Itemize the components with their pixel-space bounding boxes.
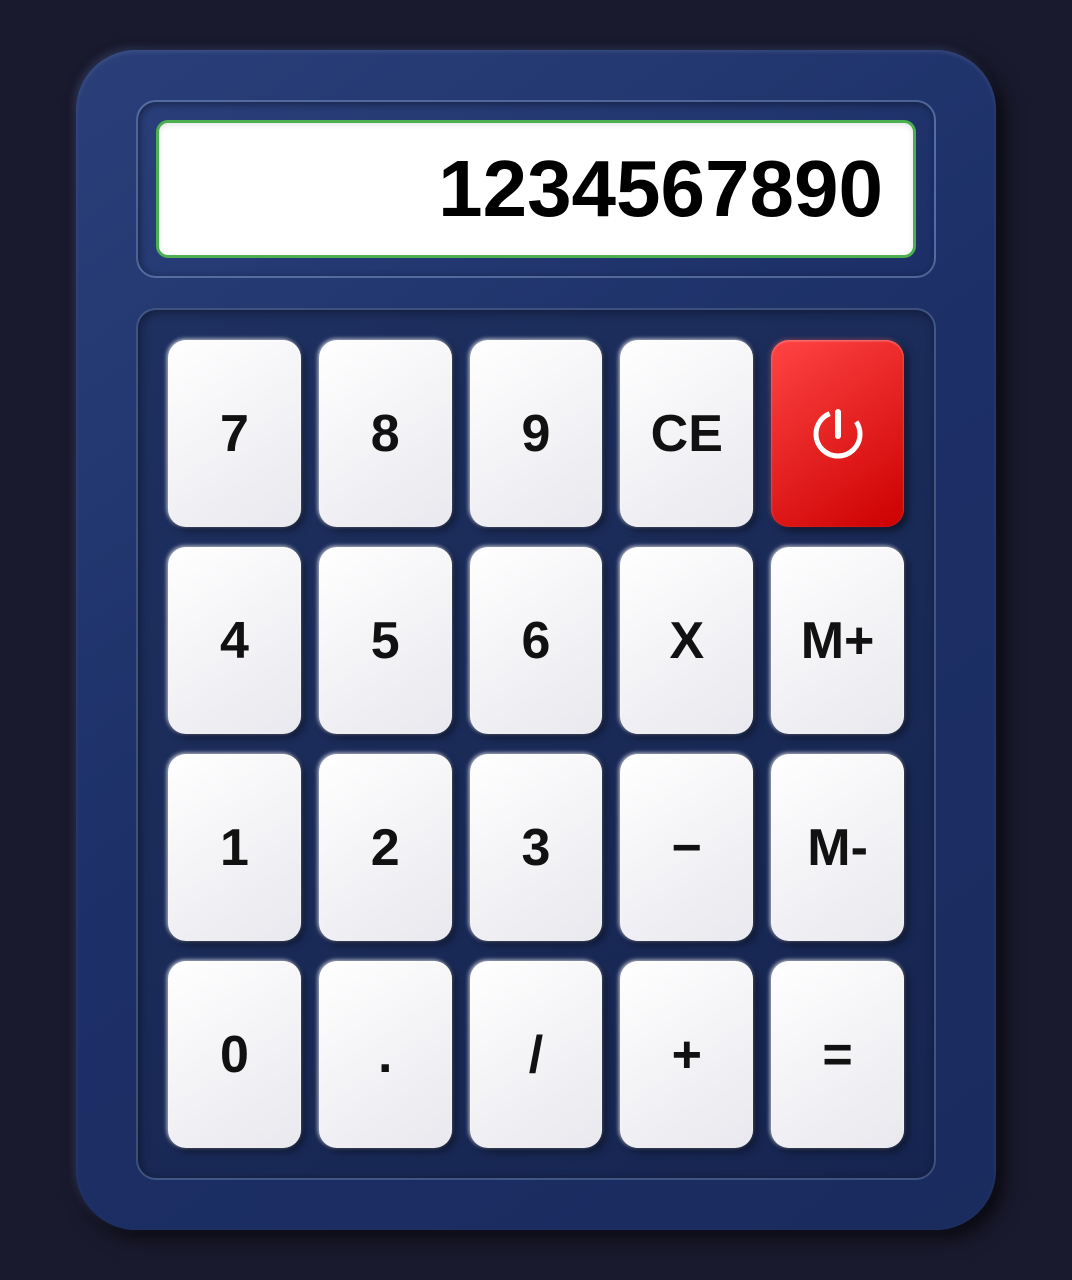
keypad-row-2: 4 5 6 X M+ — [168, 547, 904, 734]
keypad-row-4: 0 . / + = — [168, 961, 904, 1148]
key-7[interactable]: 7 — [168, 340, 301, 527]
key-multiply[interactable]: X — [620, 547, 753, 734]
key-2[interactable]: 2 — [319, 754, 452, 941]
display-screen: 1234567890 — [156, 120, 916, 258]
key-equals[interactable]: = — [771, 961, 904, 1148]
key-memory-plus[interactable]: M+ — [771, 547, 904, 734]
key-0[interactable]: 0 — [168, 961, 301, 1148]
keypad-row-3: 1 2 3 − M- — [168, 754, 904, 941]
key-plus[interactable]: + — [620, 961, 753, 1148]
calculator: 1234567890 7 8 9 CE 4 5 6 X M+ 1 — [76, 50, 996, 1230]
key-divide[interactable]: / — [470, 961, 603, 1148]
key-4[interactable]: 4 — [168, 547, 301, 734]
key-5[interactable]: 5 — [319, 547, 452, 734]
key-ce[interactable]: CE — [620, 340, 753, 527]
keypad-row-1: 7 8 9 CE — [168, 340, 904, 527]
key-minus[interactable]: − — [620, 754, 753, 941]
key-1[interactable]: 1 — [168, 754, 301, 941]
keypad: 7 8 9 CE 4 5 6 X M+ 1 2 3 − M- — [136, 308, 936, 1180]
key-memory-minus[interactable]: M- — [771, 754, 904, 941]
power-icon — [806, 402, 870, 466]
display-value: 1234567890 — [438, 143, 883, 235]
key-power[interactable] — [771, 340, 904, 527]
display-wrapper: 1234567890 — [136, 100, 936, 278]
key-8[interactable]: 8 — [319, 340, 452, 527]
key-decimal[interactable]: . — [319, 961, 452, 1148]
key-9[interactable]: 9 — [470, 340, 603, 527]
key-6[interactable]: 6 — [470, 547, 603, 734]
key-3[interactable]: 3 — [470, 754, 603, 941]
